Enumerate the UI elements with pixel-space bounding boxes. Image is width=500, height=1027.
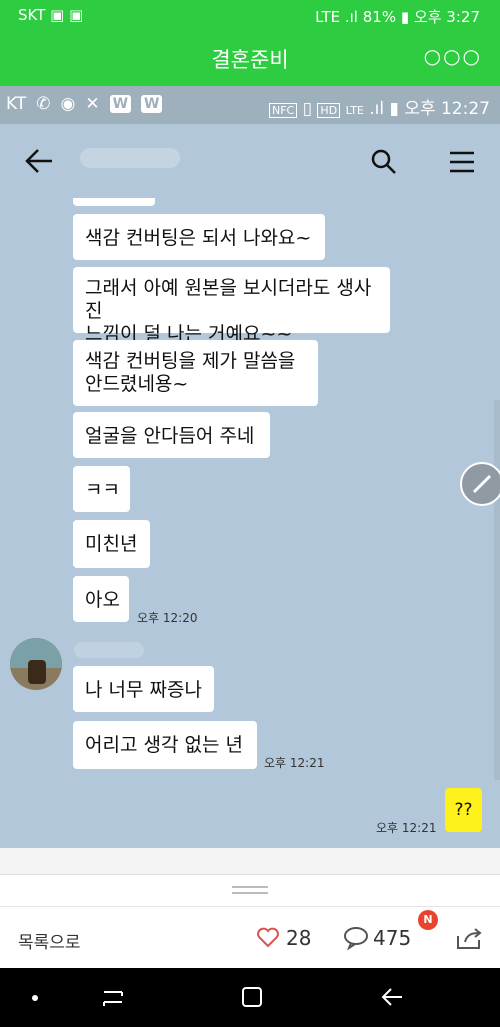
chat-bubble: 미친년: [73, 520, 150, 568]
message-timestamp: 오후 12:20: [137, 611, 198, 625]
circle-icon: ◉: [60, 94, 76, 114]
search-icon[interactable]: [370, 148, 398, 176]
contact-name-blurred: [80, 148, 180, 168]
chat-bubble: ㅋㅋ: [73, 466, 130, 512]
battery-icon: ▮: [400, 8, 410, 26]
chat-header: [0, 124, 500, 198]
status-time: 오후 3:27: [413, 8, 480, 26]
scrollbar[interactable]: [494, 400, 500, 780]
outer-status-bar: SKT ▣ ▣ LTE .ıl 81% ▮ 오후 3:27: [0, 0, 500, 30]
recent-apps-icon[interactable]: [100, 986, 126, 1008]
w-app-icon-2: W: [141, 95, 163, 113]
home-icon[interactable]: [240, 985, 264, 1009]
partial-bubble: [73, 198, 155, 206]
signal-icon-inner: .ıl: [369, 99, 385, 119]
battery-icon-inner: ▮: [389, 99, 399, 119]
wifi-call-icon: ✆: [36, 94, 51, 114]
back-arrow-icon[interactable]: [24, 148, 54, 174]
back-icon[interactable]: [380, 986, 404, 1008]
w-app-icon: W: [109, 95, 132, 113]
chat-bubble: 색감 컨버팅을 제가 말씀을 안드렸네용~: [73, 340, 318, 406]
heart-icon[interactable]: [256, 926, 280, 948]
system-nav-bar: [0, 968, 500, 1027]
chat-bubble: 아오: [73, 576, 129, 622]
message-timestamp: 오후 12:21: [264, 756, 325, 770]
pen-edit-button[interactable]: [460, 462, 500, 506]
inner-time: 오후 12:27: [404, 99, 490, 119]
message-timestamp: 오후 12:21: [376, 821, 437, 835]
share-icon[interactable]: [455, 926, 483, 950]
hd-icon: HD: [317, 103, 341, 118]
pencil-icon: [472, 474, 492, 494]
list-button[interactable]: 목록으로: [18, 928, 81, 953]
image-icon: ▣ ▣: [50, 6, 84, 24]
my-chat-bubble: ??: [445, 788, 482, 832]
dot-icon[interactable]: [32, 995, 38, 1001]
inner-status-bar: KT ✆ ◉ ✕ W W NFC ▯ HD LTE .ıl ▮ 오후 12:27: [0, 86, 500, 124]
avatar[interactable]: [10, 638, 62, 690]
new-badge: N: [418, 910, 438, 930]
app-header: 결혼준비 ○○○: [0, 30, 500, 86]
drag-handle[interactable]: [232, 886, 268, 888]
chat-bubble: 얼굴을 안다듬어 주네: [73, 412, 270, 458]
sender-name-blurred: [74, 642, 144, 658]
vibrate-icon: ▯: [302, 99, 313, 119]
bottom-bar: 목록으로 28 475 N: [0, 848, 500, 968]
comment-icon[interactable]: [343, 926, 369, 950]
signal-icon: .ıl: [344, 8, 358, 26]
inner-carrier-label: KT: [6, 94, 27, 114]
menu-icon[interactable]: [448, 150, 476, 174]
more-icon[interactable]: ○○○: [424, 44, 482, 68]
chat-bubble: 어리고 생각 없는 년: [73, 721, 257, 769]
nfc-icon: NFC: [269, 103, 298, 118]
battery-percent: 81%: [362, 8, 397, 26]
signal-label: LTE: [315, 8, 341, 26]
like-count: 28: [286, 926, 312, 950]
missed-call-icon: ✕: [85, 94, 100, 114]
comment-count: 475: [373, 926, 412, 950]
chat-bubble: 나 너무 짜증나: [73, 666, 214, 712]
carrier-label: SKT: [18, 6, 46, 24]
chat-bubble: 색감 컨버팅은 되서 나와요~: [73, 214, 325, 260]
chat-bubble: 그래서 아예 원본을 보시더라도 생사진 느낌이 덜 나는 거예요~~: [73, 267, 390, 345]
lte-label: LTE: [345, 104, 364, 117]
